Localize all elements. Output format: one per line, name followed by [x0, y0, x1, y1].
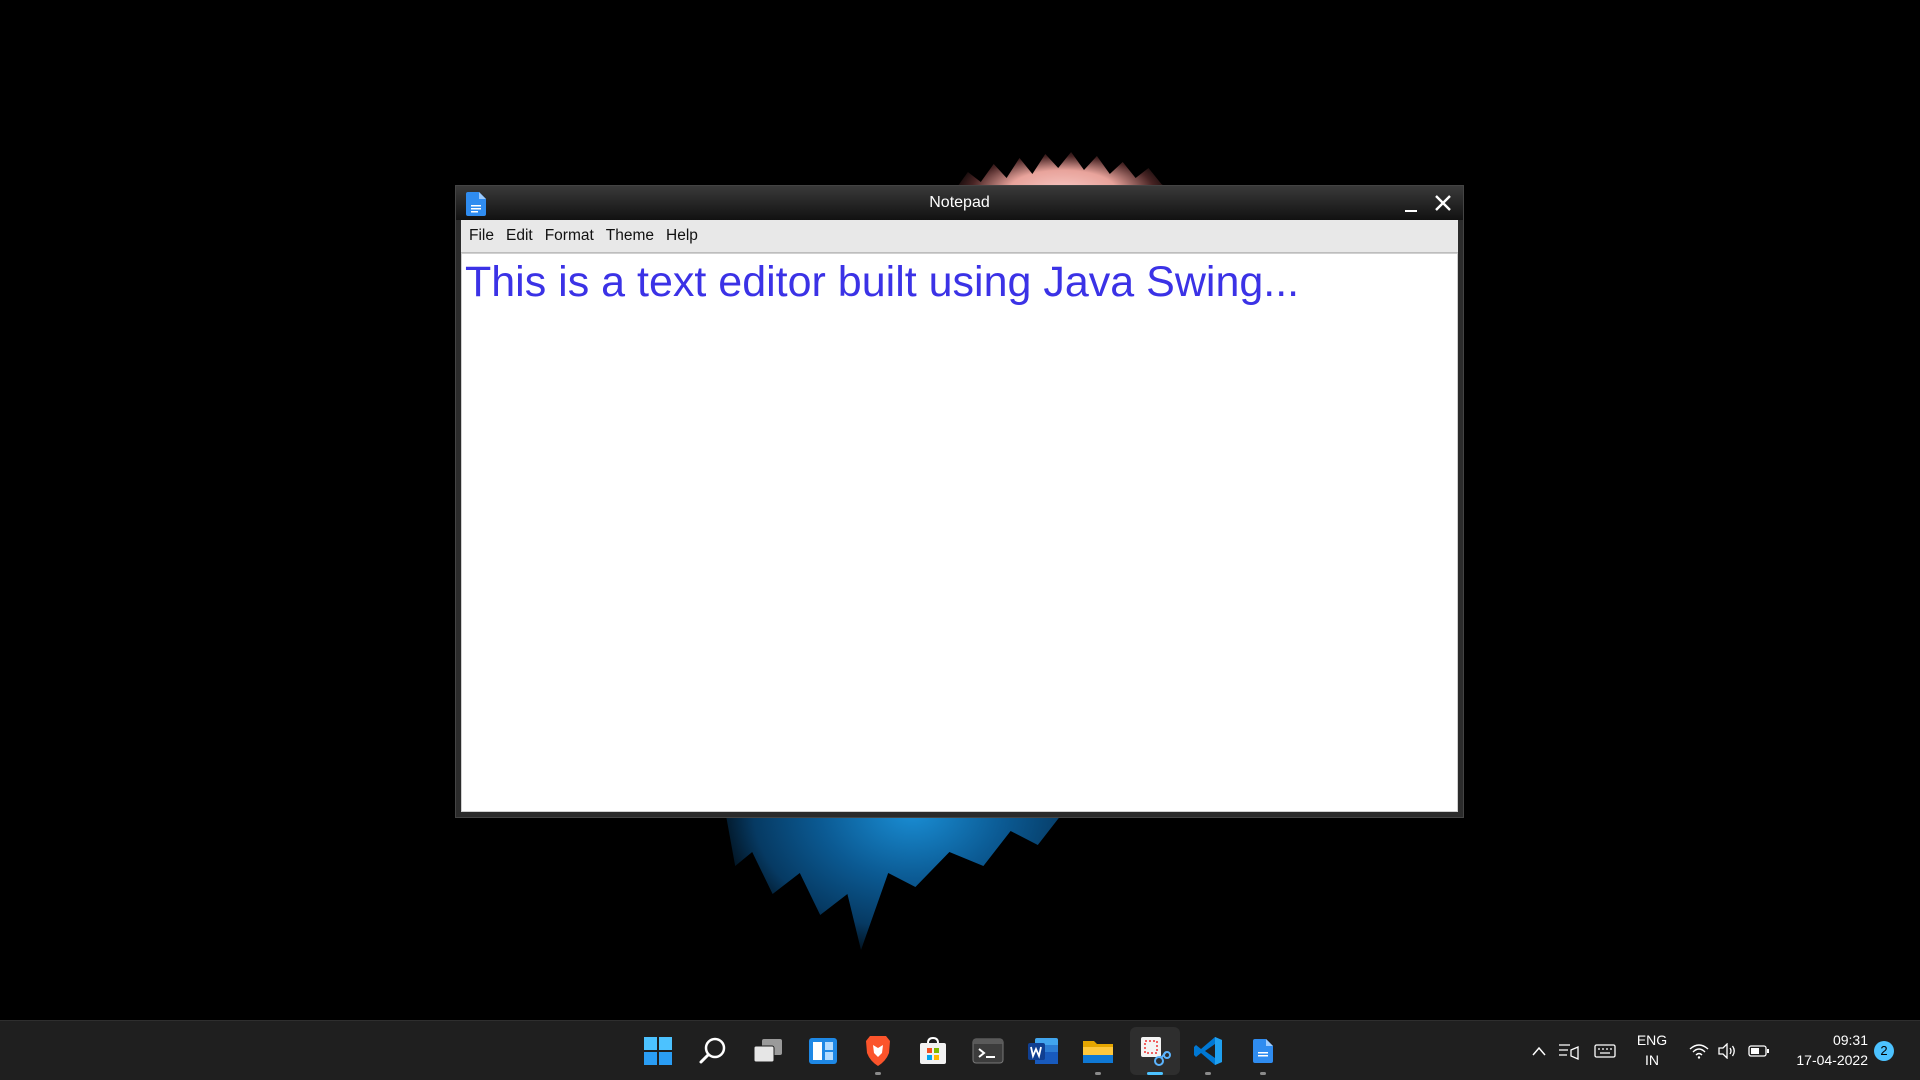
menu-format[interactable]: Format: [543, 227, 602, 245]
brave-browser-icon[interactable]: [860, 1033, 896, 1075]
clock-time[interactable]: 09:31: [1780, 1032, 1868, 1048]
clock-date[interactable]: 17-04-2022: [1780, 1052, 1868, 1068]
search-icon[interactable]: [695, 1033, 731, 1069]
wallpaper-bloom-top: [955, 152, 1170, 190]
running-indicator: [1260, 1072, 1266, 1075]
task-view-icon[interactable]: [750, 1033, 786, 1069]
volume-icon[interactable]: [1716, 1041, 1738, 1061]
menu-help[interactable]: Help: [664, 227, 706, 245]
title-bar[interactable]: Notepad: [456, 186, 1463, 220]
minimize-button[interactable]: [1399, 190, 1423, 216]
input-region[interactable]: IN: [1630, 1052, 1674, 1068]
touch-keyboard-icon[interactable]: [1594, 1041, 1616, 1061]
menu-theme[interactable]: Theme: [604, 227, 662, 245]
start-icon[interactable]: [640, 1033, 676, 1069]
notepad-window: Notepad File Edit Format Theme Help This…: [455, 185, 1464, 818]
wifi-icon[interactable]: [1688, 1041, 1710, 1061]
close-button[interactable]: [1431, 190, 1455, 216]
notepad-java-icon[interactable]: [1245, 1033, 1281, 1075]
terminal-icon[interactable]: [970, 1033, 1006, 1069]
notification-count-badge[interactable]: 2: [1874, 1041, 1894, 1061]
show-hidden-icons-chevron-icon[interactable]: [1528, 1041, 1550, 1061]
microsoft-store-icon[interactable]: [915, 1033, 951, 1069]
file-explorer-icon[interactable]: [1080, 1033, 1116, 1075]
input-language[interactable]: ENG: [1630, 1032, 1674, 1048]
word-icon[interactable]: [1025, 1033, 1061, 1069]
running-indicator: [1205, 1072, 1211, 1075]
taskbar: ENG IN 09:31 17-04-2022: [0, 1020, 1920, 1080]
snipping-tool-icon[interactable]: [1137, 1033, 1173, 1075]
widgets-icon[interactable]: [805, 1033, 841, 1069]
window-title: Notepad: [929, 194, 990, 211]
running-indicator: [875, 1072, 881, 1075]
menu-file[interactable]: File: [467, 227, 502, 245]
pen-menu-icon[interactable]: [1558, 1041, 1580, 1061]
editor-content[interactable]: This is a text editor built using Java S…: [465, 256, 1299, 308]
menu-bar: File Edit Format Theme Help: [461, 220, 1458, 253]
wallpaper-bloom-bottom: [725, 810, 1065, 950]
vscode-icon[interactable]: [1190, 1033, 1226, 1075]
text-editor-area[interactable]: This is a text editor built using Java S…: [461, 253, 1458, 812]
menu-edit[interactable]: Edit: [504, 227, 541, 245]
active-indicator: [1147, 1072, 1163, 1075]
running-indicator: [1095, 1072, 1101, 1075]
battery-icon[interactable]: [1748, 1041, 1770, 1061]
